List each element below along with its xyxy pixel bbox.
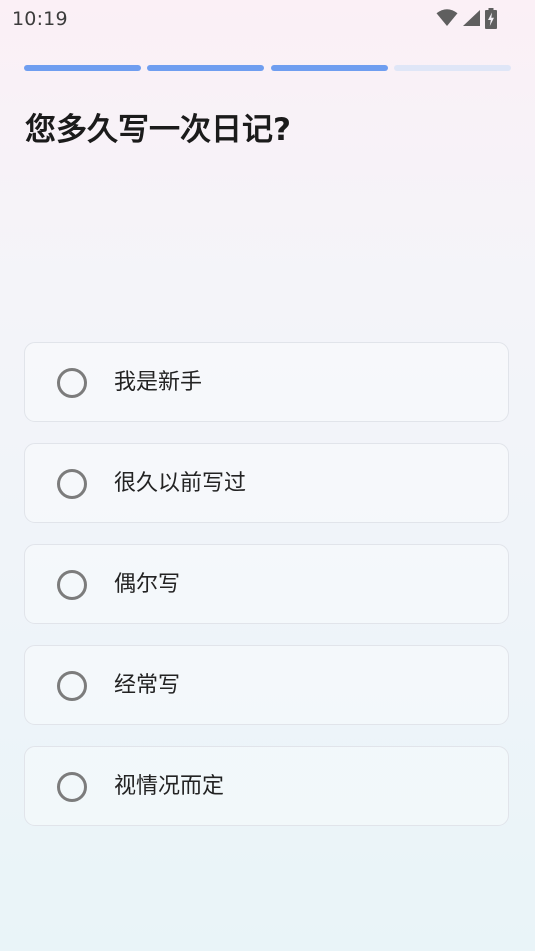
radio-button-icon[interactable] <box>57 671 87 701</box>
option-depends[interactable]: 视情况而定 <box>24 746 509 826</box>
option-label: 经常写 <box>114 673 181 698</box>
progress-segment-1 <box>24 65 141 71</box>
radio-button-icon[interactable] <box>57 772 87 802</box>
progress-segment-4 <box>394 65 511 71</box>
option-often[interactable]: 经常写 <box>24 645 509 725</box>
option-label: 视情况而定 <box>114 774 225 799</box>
radio-button-icon[interactable] <box>57 469 87 499</box>
wifi-icon <box>436 9 458 27</box>
status-icons <box>436 7 497 29</box>
status-time: 10:19 <box>12 8 68 30</box>
battery-charging-icon <box>485 7 497 29</box>
progress-segment-3 <box>271 65 388 71</box>
radio-button-icon[interactable] <box>57 570 87 600</box>
radio-button-icon[interactable] <box>57 368 87 398</box>
status-bar: 10:19 <box>0 0 535 38</box>
question-title: 您多久写一次日记? <box>25 112 291 148</box>
option-beginner[interactable]: 我是新手 <box>24 342 509 422</box>
option-label: 我是新手 <box>114 370 203 395</box>
progress-bar <box>24 65 511 71</box>
progress-segment-2 <box>147 65 264 71</box>
option-label: 很久以前写过 <box>114 471 247 496</box>
option-long-ago[interactable]: 很久以前写过 <box>24 443 509 523</box>
cell-signal-icon <box>462 9 481 27</box>
option-label: 偶尔写 <box>114 572 181 597</box>
option-occasionally[interactable]: 偶尔写 <box>24 544 509 624</box>
